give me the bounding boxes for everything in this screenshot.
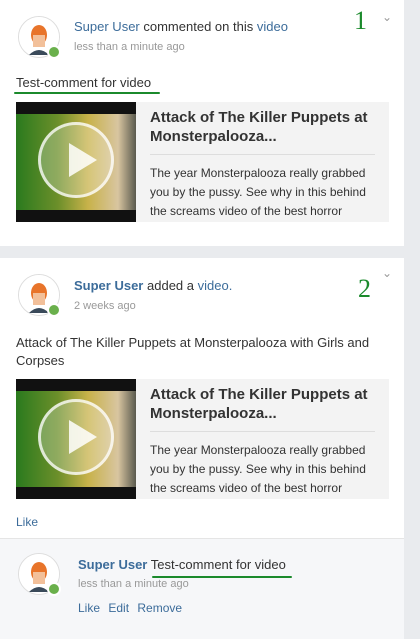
comment-header: Super User Test-comment for video	[78, 557, 286, 573]
video-attachment[interactable]: Attack of The Killer Puppets at Monsterp…	[16, 379, 389, 499]
object-link[interactable]: video.	[198, 278, 233, 293]
annotation-underline	[14, 92, 160, 94]
commenter-avatar[interactable]	[18, 553, 61, 596]
activity-card-2: Super User added a video. 2 weeks ago 2 …	[0, 258, 404, 639]
comment-author-link[interactable]: Super User	[78, 557, 147, 572]
comment-actions: Like Edit Remove	[78, 601, 187, 615]
author-link[interactable]: Super User	[74, 278, 143, 293]
chevron-down-icon[interactable]: ⌄	[382, 266, 392, 280]
annotation-number: 2	[358, 274, 371, 303]
attachment-title[interactable]: Attack of The Killer Puppets at Monsterp…	[150, 108, 375, 155]
attachment-title[interactable]: Attack of The Killer Puppets at Monsterp…	[150, 385, 375, 432]
user-avatar[interactable]	[18, 274, 61, 317]
play-icon[interactable]	[38, 399, 114, 475]
post-header: Super User added a video.	[74, 278, 232, 294]
comment-edit-link[interactable]: Edit	[108, 601, 129, 615]
attachment-description: The year Monsterpalooza really grabbed y…	[150, 166, 366, 218]
comment-area: Super User Test-comment for video less t…	[0, 538, 404, 639]
activity-card-1: Super User commented on this video less …	[0, 0, 404, 246]
like-link[interactable]: Like	[16, 515, 38, 529]
chevron-down-icon[interactable]: ⌄	[382, 10, 392, 24]
comment-text: Test-comment for video	[16, 75, 152, 90]
object-link[interactable]: video	[257, 19, 288, 34]
action-text: added a	[147, 278, 194, 293]
post-header: Super User commented on this video	[74, 19, 288, 35]
annotation-number: 1	[354, 6, 367, 35]
play-icon[interactable]	[38, 122, 114, 198]
post-actions: Like	[16, 515, 43, 529]
attachment-description: The year Monsterpalooza really grabbed y…	[150, 443, 366, 495]
comment-timestamp: less than a minute ago	[78, 578, 189, 590]
video-thumbnail[interactable]	[16, 379, 136, 499]
author-link[interactable]: Super User	[74, 19, 140, 34]
video-thumbnail[interactable]	[16, 102, 136, 222]
comment-like-link[interactable]: Like	[78, 601, 100, 615]
video-attachment[interactable]: Attack of The Killer Puppets at Monsterp…	[16, 102, 389, 222]
user-avatar[interactable]	[18, 16, 61, 59]
online-status-dot	[47, 45, 61, 59]
timestamp: less than a minute ago	[74, 41, 185, 53]
online-status-dot	[47, 582, 61, 596]
comment-remove-link[interactable]: Remove	[137, 601, 182, 615]
action-text: commented on this	[143, 19, 254, 34]
timestamp: 2 weeks ago	[74, 300, 136, 312]
comment-text: Test-comment for video	[150, 557, 286, 572]
online-status-dot	[47, 303, 61, 317]
post-text: Attack of The Killer Puppets at Monsterp…	[16, 335, 370, 368]
